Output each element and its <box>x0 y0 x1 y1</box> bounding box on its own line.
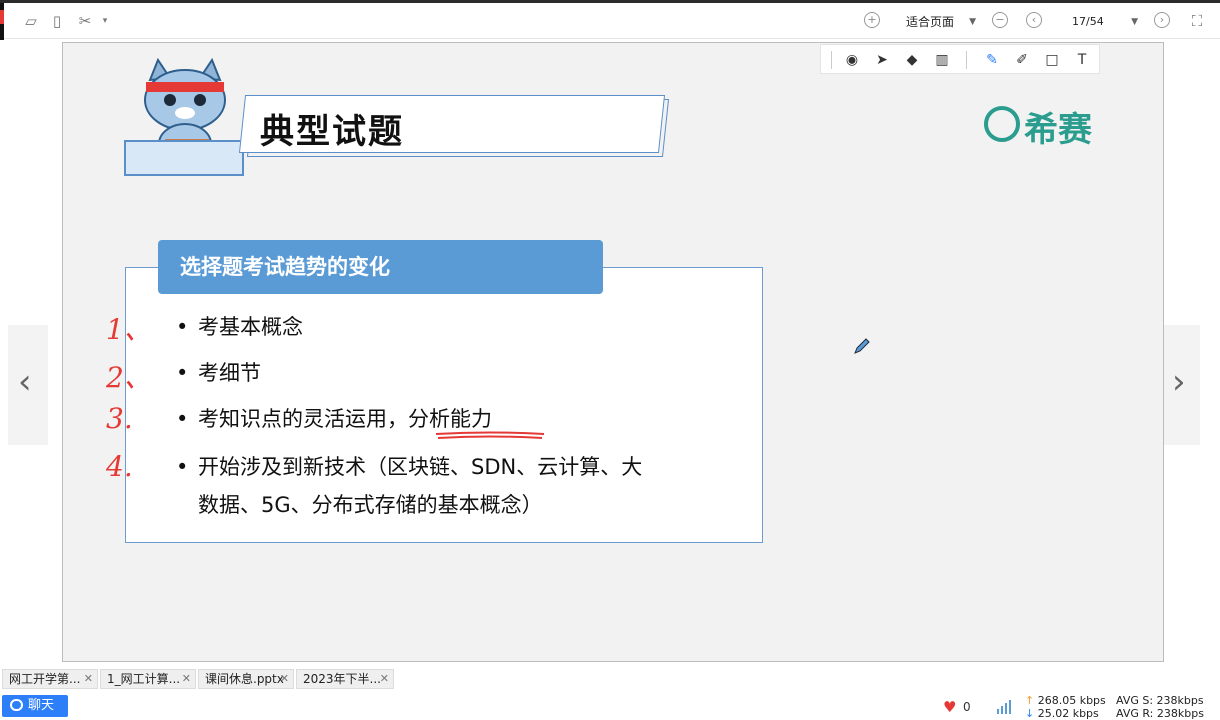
close-icon[interactable]: ✕ <box>182 670 191 688</box>
download-speed: 25.02 kbps <box>1037 707 1099 720</box>
chat-button[interactable]: 聊天 <box>2 695 68 717</box>
chevron-down-icon: ▼ <box>1131 17 1138 27</box>
clear-brush-icon[interactable]: ▥ <box>933 51 951 69</box>
file-tab[interactable]: 1_网工计算... ✕ <box>100 669 196 689</box>
avg-send: AVG S: 238kbps <box>1116 694 1204 707</box>
list-item: • 考细节 <box>176 361 261 385</box>
desk-base <box>124 140 244 176</box>
tab-label: 1_网工计算... <box>107 672 181 686</box>
bullet-continuation: 数据、5G、分布式存储的基本概念） <box>198 493 543 517</box>
eraser-icon[interactable]: ◆ <box>903 51 921 69</box>
highlighter-icon[interactable]: ✐ <box>1013 51 1031 69</box>
upload-arrow-icon: ↑ <box>1025 694 1038 707</box>
handwritten-number: 4. <box>106 450 133 483</box>
close-icon[interactable]: ✕ <box>280 670 289 688</box>
bullet-text: 考基本概念 <box>198 315 303 339</box>
scissors-icon[interactable]: ✂ <box>76 12 94 30</box>
file-tabs: 网工开学第... ✕ 1_网工计算... ✕ 课间休息.pptx ✕ 2023年下半.… <box>0 667 1220 689</box>
divider <box>831 51 832 69</box>
file-tab[interactable]: 课间休息.pptx ✕ <box>198 669 294 689</box>
handwritten-number: 3. <box>106 402 133 435</box>
rectangle-icon[interactable]: □ <box>1043 51 1061 69</box>
logo-mark-icon <box>984 106 1020 142</box>
close-icon[interactable]: ✕ <box>84 670 93 688</box>
status-bar: 聊天 ♥ 0 ↑ 268.05 kbps ↓ 25.02 kbps AVG S:… <box>0 692 1220 720</box>
signal-icon <box>997 700 1011 714</box>
list-item: • 考基本概念 <box>176 315 303 339</box>
previous-page-icon[interactable]: ‹ <box>1026 12 1042 28</box>
page-select[interactable]: 17/54 ▼ <box>1052 10 1142 34</box>
scissors-dropdown-icon[interactable]: ▾ <box>96 12 114 30</box>
logo-text: 希赛 <box>1024 110 1092 150</box>
close-icon[interactable]: ✕ <box>380 670 389 688</box>
upload-speed: 268.05 kbps <box>1037 694 1106 707</box>
zoom-in-icon[interactable]: + <box>864 12 880 28</box>
page-indicator: 17/54 <box>1072 15 1104 28</box>
zoom-select[interactable]: 适合页面 ▼ <box>890 10 980 34</box>
chat-bubble-icon <box>10 699 23 711</box>
next-slide-icon[interactable]: › <box>1172 362 1186 402</box>
avg-receive: AVG R: 238kbps <box>1116 707 1204 720</box>
open-folder-icon[interactable]: ▱ <box>22 12 40 30</box>
next-page-icon[interactable]: › <box>1154 12 1170 28</box>
file-tab[interactable]: 2023年下半... ✕ <box>296 669 394 689</box>
red-underline-annotation <box>435 431 545 439</box>
bullet-text: 考知识点的灵活运用， <box>198 407 408 431</box>
like-count: 0 <box>963 700 971 714</box>
viewer-toolbar: ▱ ▯ ✂ ▾ + 适合页面 ▼ − ‹ 17/54 ▼ › ⛶ <box>0 3 1220 39</box>
divider <box>966 51 967 69</box>
handwritten-number: 2、 <box>106 361 152 394</box>
file-tab[interactable]: 网工开学第... ✕ <box>2 669 98 689</box>
fullscreen-icon[interactable]: ⛶ <box>1188 12 1206 30</box>
tab-label: 课间休息.pptx <box>205 672 284 686</box>
chevron-down-icon: ▼ <box>969 17 976 27</box>
zoom-label: 适合页面 <box>906 15 955 29</box>
slide-title: 典型试题 <box>260 112 404 152</box>
zoom-out-icon[interactable]: − <box>992 12 1008 28</box>
tab-label: 2023年下半... <box>303 672 381 686</box>
handwritten-number: 1、 <box>106 313 152 346</box>
annotation-toolbar: ◉ ➤ ◆ ▥ ✎ ✐ □ T <box>820 44 1100 74</box>
network-speed: ↑ 268.05 kbps ↓ 25.02 kbps <box>1025 694 1106 720</box>
previous-slide-icon[interactable]: ‹ <box>18 362 32 402</box>
chat-label: 聊天 <box>28 698 55 713</box>
pen-cursor-icon <box>854 338 870 354</box>
cursor-arrow-icon[interactable]: ➤ <box>873 51 891 69</box>
card-header: 选择题考试趋势的变化 <box>158 240 603 294</box>
heart-icon[interactable]: ♥ <box>943 698 956 716</box>
document-icon[interactable]: ▯ <box>48 12 66 30</box>
list-item: • 开始涉及到新技术（区块链、SDN、云计算、大 <box>176 455 643 479</box>
recording-indicator <box>0 10 4 24</box>
tab-label: 网工开学第... <box>9 672 81 686</box>
average-speed: AVG S: 238kbps AVG R: 238kbps <box>1116 694 1204 720</box>
laser-pointer-icon[interactable]: ◉ <box>843 51 861 69</box>
text-tool-icon[interactable]: T <box>1073 51 1091 69</box>
pen-icon[interactable]: ✎ <box>983 51 1001 69</box>
bullet-text: 考细节 <box>198 361 261 385</box>
bullet-emphasis: 分析能力 <box>408 407 492 431</box>
bullet-text: 开始涉及到新技术（区块链、SDN、云计算、大 <box>198 455 643 479</box>
download-arrow-icon: ↓ <box>1025 707 1038 720</box>
